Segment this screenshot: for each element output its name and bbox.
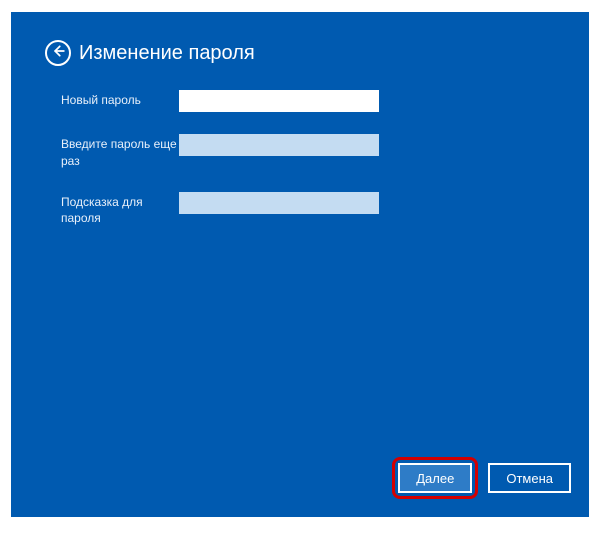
label-hint: Подсказка для пароля: [61, 192, 179, 228]
button-bar: Далее Отмена: [392, 457, 571, 499]
label-confirm-password: Введите пароль еще раз: [61, 134, 179, 170]
confirm-password-input[interactable]: [179, 134, 379, 156]
header: Изменение пароля: [11, 12, 589, 66]
change-password-window: Изменение пароля Новый пароль Введите па…: [11, 12, 589, 517]
row-new-password: Новый пароль: [61, 90, 589, 112]
password-hint-input[interactable]: [179, 192, 379, 214]
new-password-input[interactable]: [179, 90, 379, 112]
password-form: Новый пароль Введите пароль еще раз Подс…: [11, 66, 589, 227]
page-title: Изменение пароля: [79, 42, 255, 65]
arrow-left-icon: [51, 44, 65, 63]
row-hint: Подсказка для пароля: [61, 192, 589, 228]
highlight-annotation: Далее: [392, 457, 478, 499]
label-new-password: Новый пароль: [61, 90, 179, 109]
cancel-button[interactable]: Отмена: [488, 463, 571, 493]
next-button[interactable]: Далее: [398, 463, 472, 493]
back-button[interactable]: [45, 40, 71, 66]
row-confirm-password: Введите пароль еще раз: [61, 134, 589, 170]
